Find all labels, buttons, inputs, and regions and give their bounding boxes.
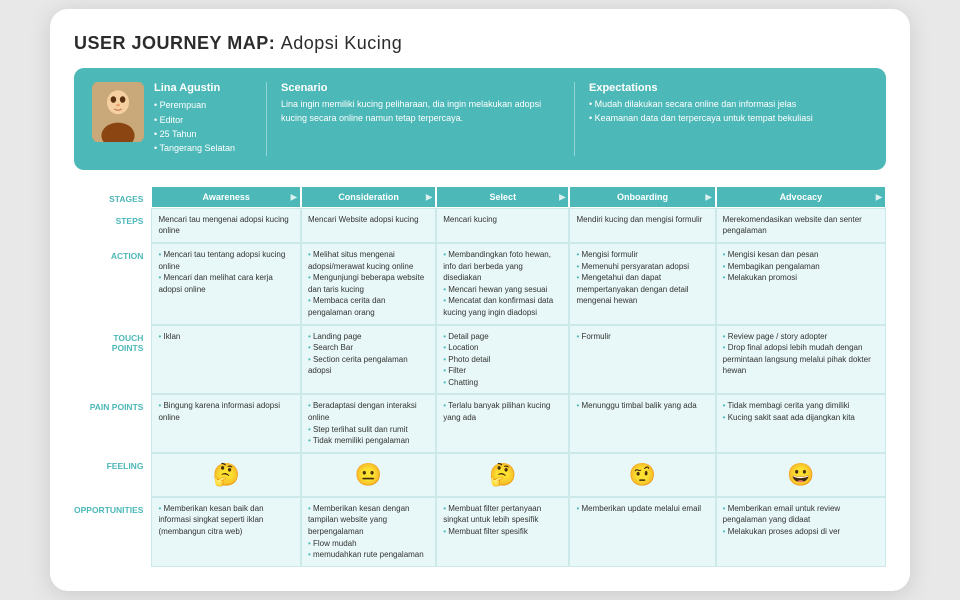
scenario-text: Lina ingin memiliki kucing peliharaan, d… [281, 98, 560, 125]
feeling-onboarding: 🤨 [569, 453, 715, 497]
pp-awareness: Bingung karena informasi adopsi online [151, 394, 301, 452]
pp-onboarding: Menunggu timbal balik yang ada [569, 394, 715, 452]
painpoints-row: PAIN POINTS Bingung karena informasi ado… [74, 394, 886, 452]
tp-onboarding: Formulir [569, 325, 715, 395]
expectations-text: • Mudah dilakukan secara online dan info… [589, 98, 868, 125]
opportunities-row: OPPORTUNITIES Memberikan kesan baik dan … [74, 497, 886, 567]
action-select: Membandingkan foto hewan, info dari berb… [436, 243, 569, 325]
step-select: Mencari kucing [436, 208, 569, 243]
painpoints-label: PAIN POINTS [74, 394, 151, 452]
stage-select: Select [436, 186, 569, 208]
steps-row: STEPS Mencari tau mengenai adopsi kucing… [74, 208, 886, 243]
pp-select: Terlalu banyak pilihan kucing yang ada [436, 394, 569, 452]
feeling-row: FEELING 🤔 😐 🤔 🤨 😀 [74, 453, 886, 497]
touchpoints-label: TOUCHPOINTS [74, 325, 151, 395]
opportunities-label: OPPORTUNITIES [74, 497, 151, 567]
stage-awareness: Awareness [151, 186, 301, 208]
persona-box: Lina Agustin • Perempuan • Editor • 25 T… [92, 82, 252, 156]
feeling-consideration: 😐 [301, 453, 436, 497]
scenario-box: Scenario Lina ingin memiliki kucing peli… [281, 82, 560, 125]
step-awareness: Mencari tau mengenai adopsi kucing onlin… [151, 208, 301, 243]
steps-label: STEPS [74, 208, 151, 243]
feeling-label: FEELING [74, 453, 151, 497]
title-prefix: USER JOURNEY MAP: [74, 33, 275, 53]
action-row: ACTION Mencari tau tentang adopsi kucing… [74, 243, 886, 325]
expectations-box: Expectations • Mudah dilakukan secara on… [589, 82, 868, 125]
journey-table: STAGES Awareness Consideration Select On… [74, 186, 886, 567]
action-onboarding: Mengisi formulirMemenuhi persyaratan ado… [569, 243, 715, 325]
divider-persona-scenario [266, 82, 267, 156]
opp-select: Membuat filter pertanyaan singkat untuk … [436, 497, 569, 567]
page-title: USER JOURNEY MAP: Adopsi Kucing [74, 33, 886, 54]
step-consideration: Mencari Website adopsi kucing [301, 208, 436, 243]
opp-onboarding: Memberikan update melalui email [569, 497, 715, 567]
touchpoints-row: TOUCHPOINTS Iklan Landing pageSearch Bar… [74, 325, 886, 395]
action-label: ACTION [74, 243, 151, 325]
stage-advocacy: Advocacy [716, 186, 886, 208]
tp-awareness: Iklan [151, 325, 301, 395]
title-subtitle: Adopsi Kucing [281, 33, 403, 53]
expectations-title: Expectations [589, 82, 868, 94]
action-awareness: Mencari tau tentang adopsi kucing online… [151, 243, 301, 325]
action-consideration: Melihat situs mengenai adopsi/merawat ku… [301, 243, 436, 325]
opp-advocacy: Memberikan email untuk review pengalaman… [716, 497, 886, 567]
feeling-awareness: 🤔 [151, 453, 301, 497]
persona-name: Lina Agustin [154, 82, 235, 94]
tp-advocacy: Review page / story adopterDrop final ad… [716, 325, 886, 395]
pp-advocacy: Tidak membagi cerita yang dimilikiKucing… [716, 394, 886, 452]
main-card: USER JOURNEY MAP: Adopsi Kucing Lina Agu… [50, 9, 910, 591]
persona-info: Lina Agustin • Perempuan • Editor • 25 T… [154, 82, 235, 156]
avatar [92, 82, 144, 142]
action-advocacy: Mengisi kesan dan pesanMembagikan pengal… [716, 243, 886, 325]
divider-scenario-expectations [574, 82, 575, 156]
feeling-select: 🤔 [436, 453, 569, 497]
tp-select: Detail pageLocationPhoto detailFilterCha… [436, 325, 569, 395]
header-section: Lina Agustin • Perempuan • Editor • 25 T… [74, 68, 886, 170]
scenario-title: Scenario [281, 82, 560, 94]
stages-row: STAGES Awareness Consideration Select On… [74, 186, 886, 208]
opp-awareness: Memberikan kesan baik dan informasi sing… [151, 497, 301, 567]
stages-label: STAGES [74, 186, 151, 208]
persona-details: • Perempuan • Editor • 25 Tahun • Tanger… [154, 98, 235, 156]
step-onboarding: Mendiri kucing dan mengisi formulir [569, 208, 715, 243]
stage-consideration: Consideration [301, 186, 436, 208]
step-advocacy: Merekomendasikan website dan senter peng… [716, 208, 886, 243]
pp-consideration: Beradaptasi dengan interaksi onlineStep … [301, 394, 436, 452]
opp-consideration: Memberikan kesan dengan tampilan website… [301, 497, 436, 567]
stage-onboarding: Onboarding [569, 186, 715, 208]
feeling-advocacy: 😀 [716, 453, 886, 497]
tp-consideration: Landing pageSearch BarSection cerita pen… [301, 325, 436, 395]
